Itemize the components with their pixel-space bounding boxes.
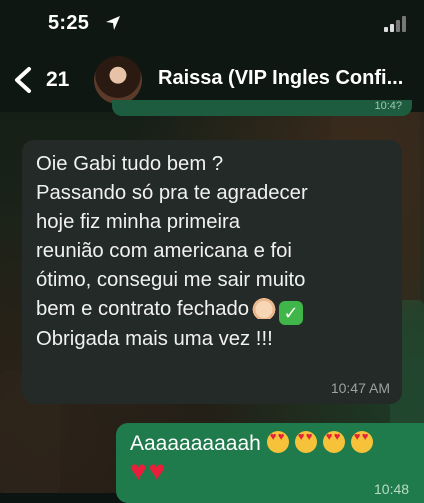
message-line: reunião com americana e foi xyxy=(36,240,292,262)
heart-eyes-icon xyxy=(266,431,289,453)
status-time: 5:25 xyxy=(48,12,90,34)
cellular-signal-icon xyxy=(384,16,406,32)
previous-message-bubble[interactable]: 10:4? xyxy=(112,100,412,116)
message-time: 10:48 xyxy=(374,481,410,497)
sent-message-text: Aaaaaaaaaah xyxy=(130,431,424,456)
message-line: bem e contrato fechado xyxy=(36,298,250,320)
heart-eyes-icon xyxy=(294,431,317,453)
message-text: Oie Gabi tudo bem ? Passando só pra te a… xyxy=(36,150,392,354)
message-line: ótimo, consegui me sair muito xyxy=(36,269,306,291)
message-line: Passando só pra te agradecer xyxy=(36,182,308,204)
back-button[interactable]: 21 xyxy=(10,60,80,100)
hearts-row: ♥♥ xyxy=(130,457,167,485)
flexed-biceps-icon xyxy=(252,295,277,319)
sent-message-label: Aaaaaaaaaah xyxy=(130,432,261,455)
received-message-bubble[interactable]: Oie Gabi tudo bem ? Passando só pra te a… xyxy=(22,140,402,404)
message-line: Obrigada mais uma vez !!! xyxy=(36,328,273,350)
message-line-with-emoji: bem e contrato fechado ✓ xyxy=(36,295,392,325)
location-arrow-icon xyxy=(106,16,120,30)
message-time: 10:4? xyxy=(374,100,402,112)
check-mark-button-icon: ✓ xyxy=(279,301,304,325)
heart-eyes-icon xyxy=(322,431,345,453)
message-time: 10:47 AM xyxy=(330,380,390,396)
message-line: Oie Gabi tudo bem ? xyxy=(36,153,224,175)
sent-message-bubble[interactable]: Aaaaaaaaaah ♥♥ 10:48 xyxy=(116,423,424,503)
message-line: hoje fiz minha primeira xyxy=(36,211,241,233)
red-heart-icon: ♥ xyxy=(148,455,166,486)
contact-avatar[interactable] xyxy=(94,56,142,104)
unread-count: 21 xyxy=(46,68,70,91)
contact-name[interactable]: Raissa (VIP Ingles Confi... xyxy=(158,67,424,90)
chevron-left-icon xyxy=(15,67,31,93)
red-heart-icon: ♥ xyxy=(130,455,147,486)
heart-eyes-icon xyxy=(350,431,373,453)
status-bar: 5:25 xyxy=(0,0,424,48)
